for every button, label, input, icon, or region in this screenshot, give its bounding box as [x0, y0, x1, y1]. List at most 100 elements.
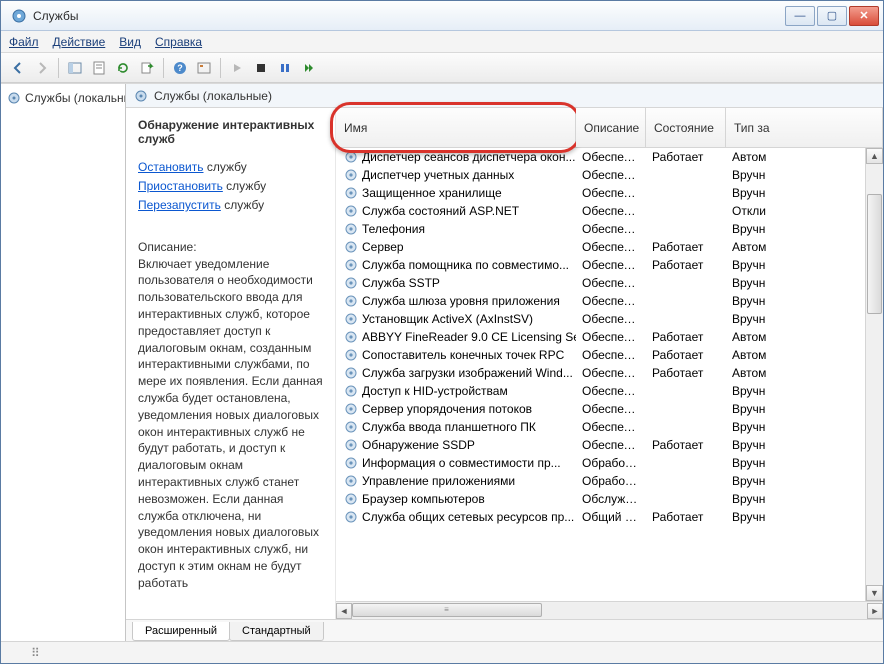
service-desc: Обеспечи... [576, 258, 646, 272]
menu-file[interactable]: Файл [9, 35, 39, 49]
service-row-icon [344, 258, 358, 272]
service-type: Автом [726, 150, 883, 164]
service-row[interactable]: Браузер компьютеровОбслужи...Вручн [336, 490, 883, 508]
restart-link[interactable]: Перезапустить [138, 198, 221, 212]
maximize-button[interactable]: ▢ [817, 6, 847, 26]
service-row[interactable]: ABBYY FineReader 9.0 CE Licensing Se...О… [336, 328, 883, 346]
service-desc: Обеспечи... [576, 294, 646, 308]
titlebar[interactable]: Службы — ▢ ✕ [1, 1, 883, 31]
stop-service-button[interactable] [250, 57, 272, 79]
menu-action[interactable]: Действие [53, 35, 106, 49]
horizontal-thumb[interactable]: ≡ [352, 603, 542, 617]
scroll-right-icon[interactable]: ► [867, 603, 883, 619]
tree-root-item[interactable]: Службы (локальны [1, 88, 125, 108]
service-row[interactable]: Сервер упорядочения потоковОбеспечи...Вр… [336, 400, 883, 418]
service-row-icon [344, 294, 358, 308]
service-name: Защищенное хранилище [362, 186, 502, 200]
service-row[interactable]: ТелефонияОбеспечи...Вручн [336, 220, 883, 238]
properties-button[interactable] [88, 57, 110, 79]
filter-button[interactable] [193, 57, 215, 79]
horizontal-scrollbar[interactable]: ◄ ≡ ► [336, 601, 883, 619]
restart-service-button[interactable] [298, 57, 320, 79]
service-type: Вручн [726, 456, 883, 470]
service-name: Телефония [362, 222, 425, 236]
view-tabs: Расширенный Стандартный [126, 619, 883, 641]
column-description[interactable]: Описание [576, 108, 646, 147]
export-list-button[interactable] [136, 57, 158, 79]
toolbar: ? [1, 53, 883, 83]
service-desc: Обеспечи... [576, 384, 646, 398]
start-service-button[interactable] [226, 57, 248, 79]
service-row[interactable]: Диспетчер учетных данныхОбеспечи...Вручн [336, 166, 883, 184]
menubar: Файл Действие Вид Справка [1, 31, 883, 53]
content-area: Службы (локальны Службы (локальные) Обна… [1, 83, 883, 641]
services-header-icon [134, 89, 148, 103]
pause-link[interactable]: Приостановить [138, 179, 223, 193]
service-name: Доступ к HID-устройствам [362, 384, 508, 398]
service-desc: Обеспечи... [576, 402, 646, 416]
service-name: Управление приложениями [362, 474, 515, 488]
window-title: Службы [33, 9, 785, 23]
show-hide-tree-button[interactable] [64, 57, 86, 79]
refresh-button[interactable] [112, 57, 134, 79]
service-row[interactable]: Диспетчер сеансов диспетчера окон...Обес… [336, 148, 883, 166]
tab-extended[interactable]: Расширенный [132, 622, 230, 641]
service-name: Служба шлюза уровня приложения [362, 294, 560, 308]
service-state: Работает [646, 258, 726, 272]
service-row[interactable]: СерверОбеспечи...РаботаетАвтом [336, 238, 883, 256]
forward-button[interactable] [31, 57, 53, 79]
column-name[interactable]: Имя [336, 108, 576, 147]
tab-standard[interactable]: Стандартный [229, 622, 324, 641]
scroll-up-icon[interactable]: ▲ [866, 148, 883, 164]
service-row[interactable]: Служба помощника по совместимо...Обеспеч… [336, 256, 883, 274]
column-state[interactable]: Состояние [646, 108, 726, 147]
service-row-icon [344, 456, 358, 470]
toolbar-separator [220, 58, 221, 78]
service-row[interactable]: Обнаружение SSDPОбеспечи...РаботаетВручн [336, 436, 883, 454]
service-row[interactable]: Управление приложениямиОбработк...Вручн [336, 472, 883, 490]
service-type: Вручн [726, 384, 883, 398]
service-row[interactable]: Служба загрузки изображений Wind...Обесп… [336, 364, 883, 382]
back-button[interactable] [7, 57, 29, 79]
service-row[interactable]: Защищенное хранилищеОбеспечи...Вручн [336, 184, 883, 202]
scroll-left-icon[interactable]: ◄ [336, 603, 352, 619]
service-row-icon [344, 492, 358, 506]
service-row-icon [344, 204, 358, 218]
column-headers: Имя Описание Состояние Тип за [336, 108, 883, 148]
menu-view[interactable]: Вид [119, 35, 141, 49]
column-type[interactable]: Тип за [726, 108, 883, 147]
help-button[interactable]: ? [169, 57, 191, 79]
service-row-icon [344, 474, 358, 488]
service-row[interactable]: Информация о совместимости пр...Обработк… [336, 454, 883, 472]
service-row[interactable]: Служба ввода планшетного ПКОбеспечи...Вр… [336, 418, 883, 436]
scroll-down-icon[interactable]: ▼ [866, 585, 883, 601]
service-type: Вручн [726, 222, 883, 236]
statusbar-grip-icon: ⠿ [31, 646, 42, 660]
service-row-icon [344, 312, 358, 326]
service-row[interactable]: Установщик ActiveX (AxInstSV)Обеспечи...… [336, 310, 883, 328]
service-name: Браузер компьютеров [362, 492, 485, 506]
service-row[interactable]: Сопоставитель конечных точек RPCОбеспечи… [336, 346, 883, 364]
service-type: Автом [726, 240, 883, 254]
service-desc: Обеспечи... [576, 240, 646, 254]
service-row[interactable]: Служба SSTPОбеспечи...Вручн [336, 274, 883, 292]
close-button[interactable]: ✕ [849, 6, 879, 26]
service-type: Вручн [726, 294, 883, 308]
vertical-thumb[interactable] [867, 194, 882, 314]
service-row[interactable]: Служба общих сетевых ресурсов пр...Общий… [336, 508, 883, 526]
service-row[interactable]: Служба шлюза уровня приложения Обеспечи..… [336, 292, 883, 310]
service-desc: Обеспечи... [576, 348, 646, 362]
service-row-icon [344, 276, 358, 290]
vertical-scrollbar[interactable]: ▲ ▼ [865, 148, 883, 601]
main-pane: Службы (локальные) Обнаружение интеракти… [126, 84, 883, 641]
service-row[interactable]: Доступ к HID-устройствам Обеспечи... Вручн [336, 382, 883, 400]
minimize-button[interactable]: — [785, 6, 815, 26]
stop-link[interactable]: Остановить [138, 160, 204, 174]
menu-help[interactable]: Справка [155, 35, 202, 49]
service-row[interactable]: Служба состояний ASP.NETОбеспечи...Откли [336, 202, 883, 220]
main-header-label: Службы (локальные) [154, 89, 272, 103]
service-desc: Обеспечи... [576, 168, 646, 182]
detail-pane: Обнаружение интерактивных служб Останови… [126, 108, 336, 619]
pause-service-button[interactable] [274, 57, 296, 79]
toolbar-separator [58, 58, 59, 78]
